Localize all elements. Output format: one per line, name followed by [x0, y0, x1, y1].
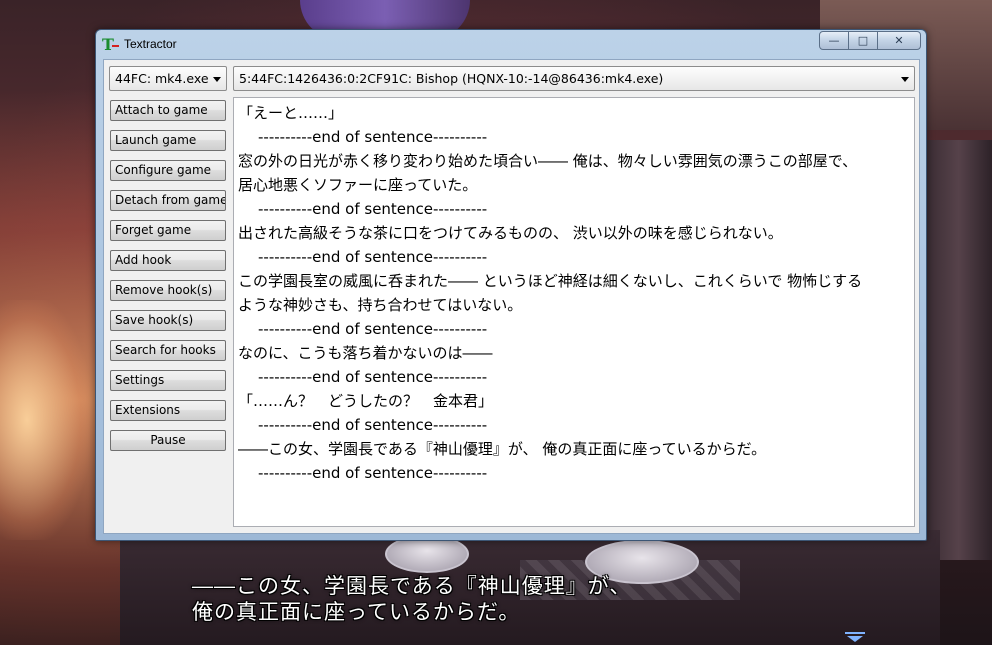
close-button[interactable]: ✕	[877, 31, 921, 50]
forget-game-button[interactable]: Forget game	[110, 220, 226, 241]
chevron-down-icon	[213, 77, 221, 82]
pause-button[interactable]: Pause	[110, 430, 226, 451]
detach-from-game-button[interactable]: Detach from game	[110, 190, 226, 211]
lamp-glow	[0, 300, 90, 540]
minimize-icon: —	[828, 34, 840, 47]
sentence-separator: ----------end of sentence----------	[258, 464, 488, 482]
attach-to-game-button[interactable]: Attach to game	[110, 100, 226, 121]
output-line: 居心地悪くソファーに座っていた。	[238, 176, 478, 194]
sentence-separator: ----------end of sentence----------	[258, 416, 488, 434]
output-line: 窓の外の日光が赤く移り変わり始めた頃合い―― 俺は、物々しい雰囲気の漂うこの部屋…	[238, 152, 858, 170]
dialogue-line: ――この女、学園長である『神山優理』が、	[192, 574, 632, 598]
output-line: 出された高級そうな茶に口をつけてみるものの、 渋い以外の味を感じられない。	[238, 224, 783, 242]
output-line: なのに、こうも落ち着かないのは――	[238, 344, 493, 362]
settings-button[interactable]: Settings	[110, 370, 226, 391]
launch-game-button[interactable]: Launch game	[110, 130, 226, 151]
close-icon: ✕	[894, 34, 904, 47]
textractor-app-icon: T	[102, 35, 119, 53]
next-page-icon[interactable]	[845, 632, 865, 642]
maximize-icon: □	[857, 34, 869, 47]
process-select[interactable]: 44FC: mk4.exe	[109, 66, 227, 91]
remove-hooks-button[interactable]: Remove hook(s)	[110, 280, 226, 301]
extensions-button[interactable]: Extensions	[110, 400, 226, 421]
window-title: Textractor	[124, 37, 177, 51]
sentence-separator: ----------end of sentence----------	[258, 320, 488, 338]
process-select-value: 44FC: mk4.exe	[115, 71, 209, 86]
minimize-button[interactable]: —	[819, 31, 849, 50]
output-line: ような神妙さも、持ち合わせてはいない。	[238, 296, 523, 314]
search-for-hooks-button[interactable]: Search for hooks	[110, 340, 226, 361]
caption-buttons: — □ ✕	[819, 31, 921, 50]
window-client-area: 44FC: mk4.exe 5:44FC:1426436:0:2CF91C: B…	[103, 59, 920, 534]
sentence-separator: ----------end of sentence----------	[258, 368, 488, 386]
save-hooks-button[interactable]: Save hook(s)	[110, 310, 226, 331]
output-line: この学園長室の威風に呑まれた―― というほど神経は細くないし、これくらいで 物怖…	[238, 272, 863, 290]
title-bar[interactable]: T Textractor — □ ✕	[96, 30, 926, 58]
hook-select-value: 5:44FC:1426436:0:2CF91C: Bishop (HQNX-10…	[239, 71, 664, 86]
maximize-button[interactable]: □	[848, 31, 878, 50]
background-panel	[925, 140, 992, 560]
hook-select[interactable]: 5:44FC:1426436:0:2CF91C: Bishop (HQNX-10…	[233, 66, 915, 91]
output-line: 「えーと……」	[238, 104, 344, 122]
configure-game-button[interactable]: Configure game	[110, 160, 226, 181]
output-line: ――この女、学園長である『神山優理』が、 俺の真正面に座っているからだ。	[238, 440, 767, 458]
game-dialogue[interactable]: ――この女、学園長である『神山優理』が、 俺の真正面に座っているからだ。	[192, 573, 631, 625]
svg-text:T: T	[102, 35, 114, 53]
textractor-window: T Textractor — □ ✕ 44FC: mk4.exe 5:44FC:…	[95, 29, 927, 541]
add-hook-button[interactable]: Add hook	[110, 250, 226, 271]
sentence-separator: ----------end of sentence----------	[258, 200, 488, 218]
dialogue-line: 俺の真正面に座っているからだ。	[192, 600, 521, 624]
text-output[interactable]: 「えーと……」 ----------end of sentence-------…	[233, 97, 915, 527]
sentence-separator: ----------end of sentence----------	[258, 128, 488, 146]
output-line: 「……ん？ どうしたの？ 金本君」	[238, 392, 494, 410]
sentence-separator: ----------end of sentence----------	[258, 248, 488, 266]
chevron-down-icon	[901, 77, 909, 82]
